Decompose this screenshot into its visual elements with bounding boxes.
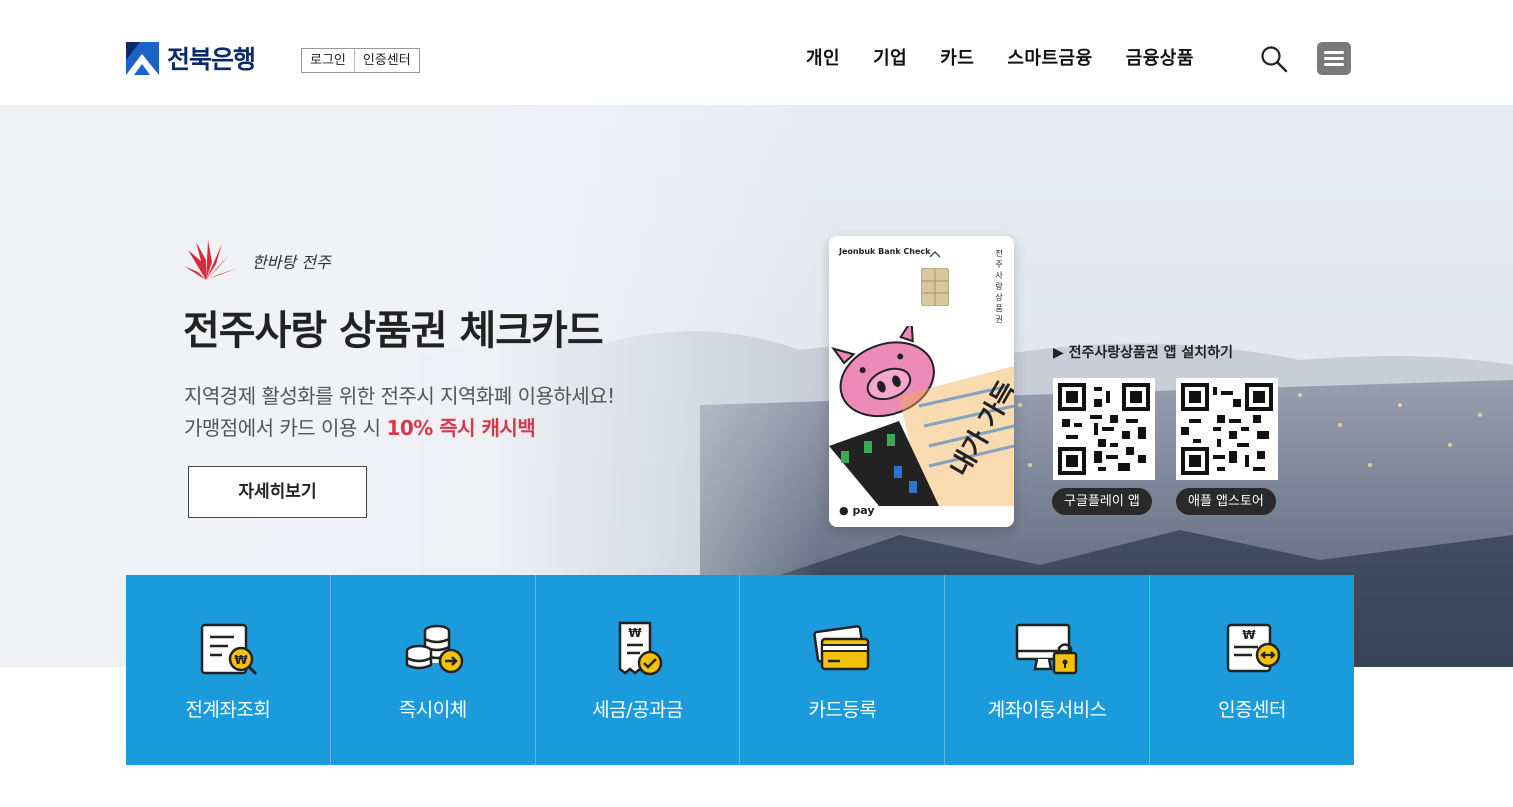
google-play-label[interactable]: 구글플레이 앱 bbox=[1052, 488, 1152, 515]
coins-transfer-icon bbox=[405, 624, 463, 674]
quick-all-accounts[interactable]: ₩ 전계좌조회 bbox=[126, 575, 330, 765]
nav-card[interactable]: 카드 bbox=[940, 44, 974, 70]
bank-logo-text: 전북은행 bbox=[167, 45, 256, 74]
svg-text:₩: ₩ bbox=[628, 626, 642, 640]
hero-description: 지역경제 활성화를 위한 전주시 지역화폐 이용하세요! 가맹점에서 카드 이용… bbox=[184, 380, 615, 444]
main-nav: 개인 기업 카드 스마트금융 금융상품 bbox=[806, 44, 1227, 70]
app-store-qr[interactable] bbox=[1176, 378, 1278, 480]
search-icon bbox=[1261, 46, 1288, 73]
site-header: 전북은행 로그인 인증센터 개인 기업 카드 스마트금융 금융상품 bbox=[0, 0, 1513, 105]
credit-card-icon bbox=[813, 625, 870, 671]
quick-account-switch[interactable]: 계좌이동서비스 bbox=[944, 575, 1149, 765]
app-store-label[interactable]: 애플 앱스토어 bbox=[1176, 488, 1276, 515]
google-play-qr[interactable] bbox=[1053, 378, 1155, 480]
quick-taxes-utilities-label: 세금/공과금 bbox=[592, 699, 683, 721]
quick-cert-center[interactable]: ₩ 인증센터 bbox=[1149, 575, 1354, 765]
hero-desc-line1: 지역경제 활성화를 위한 전주시 지역화폐 이용하세요! bbox=[184, 384, 615, 408]
card-pay-text: ● pay bbox=[839, 504, 875, 517]
monitor-lock-icon bbox=[1015, 623, 1078, 675]
svg-text:₩: ₩ bbox=[1242, 628, 1256, 642]
quick-taxes-utilities[interactable]: ₩ 세금/공과금 bbox=[534, 575, 740, 765]
bank-logo[interactable]: 전북은행 bbox=[126, 40, 256, 76]
certificate-center-link[interactable]: 인증센터 bbox=[353, 49, 419, 72]
jeonju-brand-mark: 한바탕 전주 bbox=[184, 238, 331, 284]
quick-cert-center-label: 인증센터 bbox=[1218, 699, 1287, 721]
card-vertical-text: 전주사랑상품권 bbox=[995, 249, 1003, 324]
receipt-check-icon: ₩ bbox=[618, 621, 662, 676]
card-brand-text: Jeonbuk Bank Check bbox=[839, 247, 931, 256]
pig-illustration: 내가 가득 bbox=[829, 326, 1014, 506]
nav-business[interactable]: 기업 bbox=[873, 44, 907, 70]
quick-instant-transfer-label: 즉시이체 bbox=[398, 699, 467, 721]
nav-personal[interactable]: 개인 bbox=[806, 44, 840, 70]
quick-instant-transfer[interactable]: 즉시이체 bbox=[329, 575, 535, 765]
bank-logo-icon bbox=[126, 41, 159, 75]
hamburger-menu-icon bbox=[1324, 51, 1344, 54]
hamburger-menu-button[interactable] bbox=[1317, 42, 1351, 75]
utility-links: 로그인 인증센터 bbox=[301, 48, 420, 73]
certificate-exchange-icon: ₩ bbox=[1226, 623, 1281, 673]
qr-code-icon bbox=[1058, 383, 1150, 475]
hero-title: 전주사랑 상품권 체크카드 bbox=[183, 308, 604, 354]
chevron-up-icon bbox=[929, 250, 941, 258]
svg-text:₩: ₩ bbox=[234, 653, 248, 667]
flower-emblem-icon bbox=[184, 240, 238, 280]
document-search-icon: ₩ bbox=[200, 623, 257, 676]
qr-code-icon bbox=[1181, 383, 1273, 475]
login-link[interactable]: 로그인 bbox=[302, 49, 354, 72]
quick-account-switch-label: 계좌이동서비스 bbox=[987, 699, 1107, 721]
app-install-title: ▶ 전주사랑상품권 앱 설치하기 bbox=[1053, 345, 1233, 361]
nav-smart-finance[interactable]: 스마트금융 bbox=[1007, 44, 1092, 70]
check-card-image: Jeonbuk Bank Check 전주사랑상품권 내가 가득 ● pay bbox=[829, 236, 1014, 527]
card-chip-icon bbox=[921, 268, 949, 306]
quick-card-register-label: 카드등록 bbox=[808, 699, 877, 721]
quick-all-accounts-label: 전계좌조회 bbox=[185, 699, 271, 721]
view-details-button[interactable]: 자세히보기 bbox=[188, 466, 367, 518]
nav-financial-products[interactable]: 금융상품 bbox=[1126, 44, 1194, 70]
jeonju-brand-sign: 한바탕 전주 bbox=[252, 253, 331, 272]
cashback-highlight: 10% 즉시 캐시백 bbox=[386, 416, 536, 440]
search-button[interactable] bbox=[1260, 45, 1288, 73]
quick-menu: ₩ 전계좌조회 즉시이체 ₩ 세금/공과금 카드등록 계좌이동서비스 ₩ 인증센… bbox=[126, 575, 1354, 765]
hero-desc-line2-prefix: 가맹점에서 카드 이용 시 bbox=[184, 416, 387, 440]
quick-card-register[interactable]: 카드등록 bbox=[739, 575, 944, 765]
